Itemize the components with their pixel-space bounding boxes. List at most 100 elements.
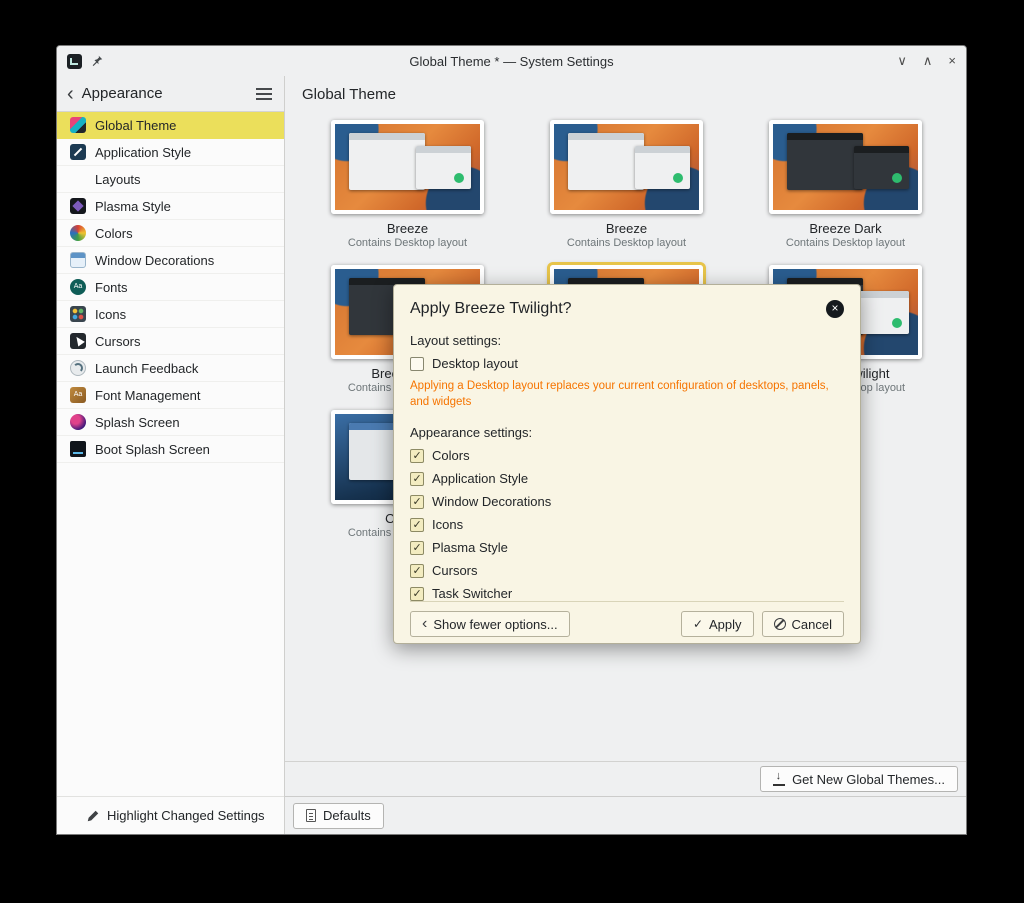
checkbox-checked-icon[interactable] xyxy=(410,472,424,486)
sidebar-item-plasma-style[interactable]: Plasma Style xyxy=(57,193,284,220)
option-window-decorations[interactable]: Window Decorations xyxy=(410,494,844,509)
close-button[interactable]: × xyxy=(948,54,956,68)
apply-label: Apply xyxy=(709,617,742,632)
desktop-layout-warning: Applying a Desktop layout replaces your … xyxy=(410,378,844,410)
system-settings-window: Global Theme * — System Settings ∨ ∧ × ‹… xyxy=(56,45,967,835)
colors-icon xyxy=(70,225,86,241)
theme-thumbnail xyxy=(769,120,922,214)
sidebar-item-launch-feedback[interactable]: Launch Feedback xyxy=(57,355,284,382)
plasma-style-icon xyxy=(70,198,86,214)
chevron-left-icon: ‹ xyxy=(422,617,427,631)
theme-name: Breeze xyxy=(331,221,484,237)
highlight-changed-settings-button[interactable]: Highlight Changed Settings xyxy=(107,808,265,823)
checkbox-checked-icon[interactable] xyxy=(410,449,424,463)
app-icon xyxy=(67,54,82,69)
sidebar-item-font-management[interactable]: Font Management xyxy=(57,382,284,409)
sidebar-item-colors[interactable]: Colors xyxy=(57,220,284,247)
page-title: Global Theme xyxy=(285,76,966,112)
splash-screen-icon xyxy=(70,414,86,430)
sidebar-item-layouts[interactable]: Layouts xyxy=(57,166,284,193)
sidebar-item-fonts[interactable]: Fonts xyxy=(57,274,284,301)
sidebar-item-label: Plasma Style xyxy=(95,199,171,214)
desktop-layout-option[interactable]: Desktop layout xyxy=(410,356,844,371)
document-icon xyxy=(306,809,316,822)
theme-card-breeze-dark-1[interactable]: Breeze Dark Contains Desktop layout xyxy=(769,120,922,251)
pin-icon[interactable] xyxy=(90,54,104,68)
get-new-label: Get New Global Themes... xyxy=(792,772,945,787)
dialog-footer: ‹ Show fewer options... ✓ Apply Cancel xyxy=(410,601,844,645)
theme-subtitle: Contains Desktop layout xyxy=(550,237,703,251)
dialog-close-icon[interactable]: × xyxy=(826,300,844,318)
download-icon xyxy=(773,773,785,786)
pencil-icon xyxy=(86,809,100,823)
maximize-button[interactable]: ∧ xyxy=(923,54,933,68)
appearance-settings-heading: Appearance settings: xyxy=(410,425,844,440)
theme-card-breeze-2[interactable]: Breeze Contains Desktop layout xyxy=(550,120,703,251)
option-label: Application Style xyxy=(432,471,528,486)
theme-name: Breeze Dark xyxy=(769,221,922,237)
get-new-global-themes-button[interactable]: Get New Global Themes... xyxy=(760,766,958,792)
back-icon[interactable]: ‹ xyxy=(65,84,76,104)
sidebar-item-icons[interactable]: Icons xyxy=(57,301,284,328)
sidebar-title: Appearance xyxy=(82,85,250,102)
option-colors[interactable]: Colors xyxy=(410,448,844,463)
apply-button[interactable]: ✓ Apply xyxy=(681,611,754,637)
sidebar-item-window-decorations[interactable]: Window Decorations xyxy=(57,247,284,274)
sidebar-list: Global Theme Application Style Layouts P… xyxy=(57,112,284,796)
option-icons[interactable]: Icons xyxy=(410,517,844,532)
sidebar-item-boot-splash-screen[interactable]: Boot Splash Screen xyxy=(57,436,284,463)
check-icon: ✓ xyxy=(693,617,703,631)
checkbox-checked-icon[interactable] xyxy=(410,518,424,532)
cancel-button[interactable]: Cancel xyxy=(762,611,844,637)
sidebar-item-application-style[interactable]: Application Style xyxy=(57,139,284,166)
global-theme-icon xyxy=(70,117,86,133)
sidebar-item-label: Application Style xyxy=(95,145,191,160)
theme-thumbnail xyxy=(331,120,484,214)
sidebar-item-label: Global Theme xyxy=(95,118,176,133)
sidebar-item-global-theme[interactable]: Global Theme xyxy=(57,112,284,139)
icons-icon xyxy=(70,306,86,322)
option-label: Icons xyxy=(432,517,463,532)
sidebar-header: ‹ Appearance xyxy=(57,76,284,112)
option-plasma-style[interactable]: Plasma Style xyxy=(410,540,844,555)
cursors-icon xyxy=(70,333,86,349)
option-cursors[interactable]: Cursors xyxy=(410,563,844,578)
show-fewer-label: Show fewer options... xyxy=(433,617,557,632)
sidebar-item-label: Boot Splash Screen xyxy=(95,442,210,457)
sidebar-item-label: Splash Screen xyxy=(95,415,180,430)
checkbox-checked-icon[interactable] xyxy=(410,564,424,578)
defaults-label: Defaults xyxy=(323,808,371,823)
font-management-icon xyxy=(70,387,86,403)
checkbox-checked-icon[interactable] xyxy=(410,495,424,509)
theme-card-breeze-1[interactable]: Breeze Contains Desktop layout xyxy=(331,120,484,251)
cancel-label: Cancel xyxy=(792,617,832,632)
window-title: Global Theme * — System Settings xyxy=(247,54,776,69)
layouts-icon xyxy=(70,171,86,187)
sidebar-item-label: Launch Feedback xyxy=(95,361,198,376)
option-application-style[interactable]: Application Style xyxy=(410,471,844,486)
option-label: Colors xyxy=(432,448,470,463)
show-fewer-options-button[interactable]: ‹ Show fewer options... xyxy=(410,611,570,637)
checkbox-unchecked-icon[interactable] xyxy=(410,357,424,371)
sidebar-item-label: Icons xyxy=(95,307,126,322)
checkbox-checked-icon[interactable] xyxy=(410,587,424,601)
theme-subtitle: Contains Desktop layout xyxy=(769,237,922,251)
hamburger-menu-icon[interactable] xyxy=(256,88,272,100)
option-task-switcher[interactable]: Task Switcher xyxy=(410,586,844,601)
sidebar-item-splash-screen[interactable]: Splash Screen xyxy=(57,409,284,436)
layout-settings-heading: Layout settings: xyxy=(410,333,844,348)
sidebar: ‹ Appearance Global Theme Application St… xyxy=(57,76,285,834)
sidebar-item-label: Font Management xyxy=(95,388,201,403)
sidebar-item-cursors[interactable]: Cursors xyxy=(57,328,284,355)
sidebar-item-label: Fonts xyxy=(95,280,128,295)
fonts-icon xyxy=(70,279,86,295)
checkbox-checked-icon[interactable] xyxy=(410,541,424,555)
option-label: Task Switcher xyxy=(432,586,512,601)
option-label: Window Decorations xyxy=(432,494,551,509)
sidebar-item-label: Layouts xyxy=(95,172,141,187)
sidebar-footer: Highlight Changed Settings xyxy=(57,796,284,834)
sidebar-item-label: Window Decorations xyxy=(95,253,214,268)
defaults-button[interactable]: Defaults xyxy=(293,803,384,829)
minimize-button[interactable]: ∨ xyxy=(897,54,907,68)
option-label: Cursors xyxy=(432,563,478,578)
